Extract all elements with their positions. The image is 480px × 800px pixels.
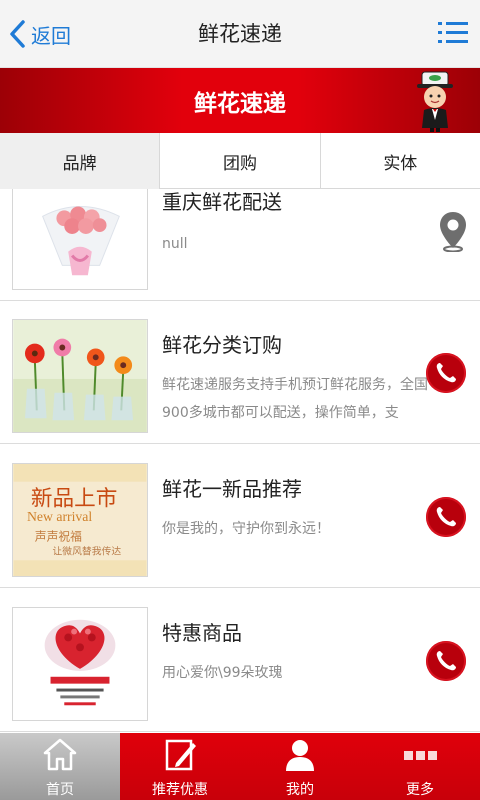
nav-home[interactable]: 首页: [0, 733, 120, 800]
item-desc: 用心爱你\99朵玫瑰: [162, 665, 283, 681]
nav-recommend[interactable]: 推荐优惠: [120, 733, 240, 800]
nav-home-label: 首页: [46, 782, 74, 798]
item-desc: null: [162, 236, 188, 252]
product-list[interactable]: 重庆鲜花配送 null 鲜花分类订购 鲜花速递服务支持手机预订鲜花服务，全国90…: [0, 189, 480, 733]
item-title: 鲜花分类订购: [162, 333, 282, 357]
phone-icon: [436, 363, 456, 383]
top-nav-bar: 返回 鲜花速递: [0, 0, 480, 68]
nav-mine[interactable]: 我的: [240, 733, 360, 800]
call-button[interactable]: [426, 353, 466, 393]
tab-brand[interactable]: 品牌: [0, 133, 161, 189]
user-icon: [286, 740, 314, 771]
item-desc: 鲜花速递服务支持手机预订鲜花服务，全国900多城市都可以配送，操作简单，支: [162, 377, 428, 421]
thumb-text-line4: 让微风替我传达: [52, 544, 121, 557]
thumb-text-line1: 新品上市: [31, 486, 117, 510]
list-item[interactable]: 鲜花分类订购 鲜花速递服务支持手机预订鲜花服务，全国900多城市都可以配送，操作…: [0, 301, 480, 444]
mascot-icon: [417, 71, 453, 132]
product-thumbnail: 新品上市 New arrival 声声祝福 让微风替我传达: [12, 463, 148, 577]
call-button[interactable]: [426, 641, 466, 681]
location-pin-icon[interactable]: [438, 210, 468, 252]
home-icon: [43, 738, 77, 771]
nav-more[interactable]: 更多: [360, 733, 480, 800]
list-item[interactable]: 新品上市 New arrival 声声祝福 让微风替我传达 鲜花一新品推荐 你是…: [0, 445, 480, 588]
new-arrival-image: 新品上市 New arrival 声声祝福 让微风替我传达: [13, 464, 147, 576]
app-screen: 返回 鲜花速递 鲜花速递 品牌 团购 实体 重庆鲜花配送 null 鲜花分类订购…: [0, 0, 480, 800]
list-item[interactable]: 重庆鲜花配送 null: [0, 189, 480, 301]
nav-recommend-label: 推荐优惠: [152, 782, 208, 798]
tab-group-buy[interactable]: 团购: [160, 133, 321, 189]
nav-mine-label: 我的: [286, 782, 314, 798]
nav-more-label: 更多: [406, 782, 434, 798]
bottom-nav: 首页 推荐优惠 我的 更多: [0, 733, 480, 800]
tab-physical-store[interactable]: 实体: [321, 133, 480, 189]
thumb-text-line3: 声声祝福: [35, 530, 82, 544]
item-title: 重庆鲜花配送: [162, 190, 282, 214]
banner: 鲜花速递: [0, 68, 480, 133]
item-title: 鲜花一新品推荐: [162, 477, 302, 501]
product-thumbnail: [12, 607, 148, 721]
thumb-text-line2: New arrival: [27, 509, 92, 524]
bouquet-image: [13, 189, 147, 289]
product-thumbnail: [12, 189, 148, 290]
category-tabs: 品牌 团购 实体: [0, 133, 480, 189]
phone-icon: [436, 507, 456, 527]
list-item[interactable]: 特惠商品 用心爱你\99朵玫瑰: [0, 589, 480, 732]
flowers-vases-image: [13, 320, 147, 432]
list-menu-icon[interactable]: [438, 20, 468, 46]
phone-icon: [436, 651, 456, 671]
product-thumbnail: [12, 319, 148, 433]
item-desc: 你是我的，守护你到永远！: [162, 521, 330, 537]
item-title: 特惠商品: [162, 621, 242, 645]
edit-icon: [165, 739, 196, 771]
rose-bouquet-image: [13, 608, 147, 720]
more-icon: [404, 751, 437, 760]
call-button[interactable]: [426, 497, 466, 537]
page-title: 鲜花速递: [198, 22, 282, 46]
